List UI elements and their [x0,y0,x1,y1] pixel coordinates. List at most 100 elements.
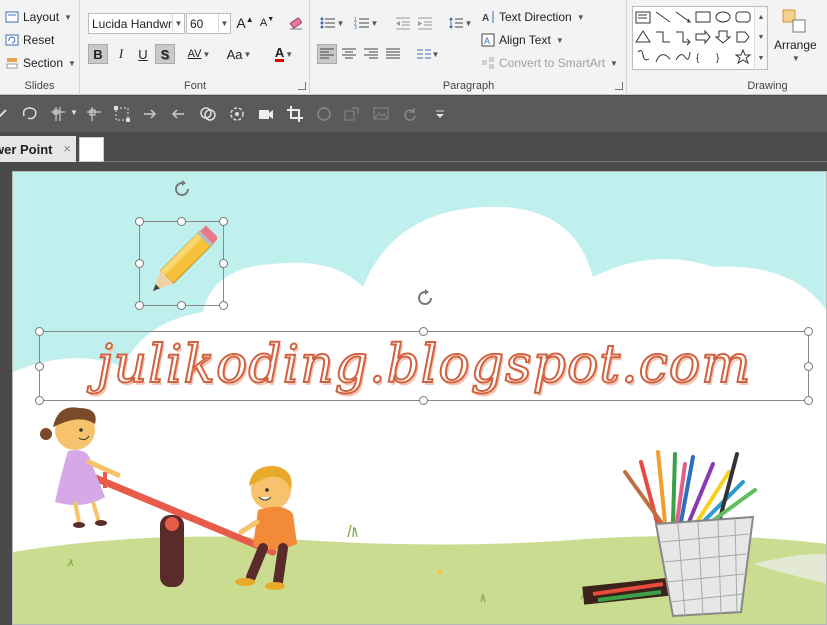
columns-icon [416,49,431,59]
shrink-font-label: A [259,17,268,29]
crop-tool-icon[interactable] [285,104,305,124]
reset-button[interactable]: Reset [5,30,54,50]
rotate-handle-icon[interactable] [414,287,436,309]
shadow-button[interactable]: S [155,44,175,64]
close-icon[interactable]: × [63,141,71,156]
align-center-button[interactable] [339,44,359,64]
resize-handle[interactable] [419,327,428,336]
chevron-down-icon[interactable]: ▼ [172,14,184,33]
ungroup-icon[interactable] [227,104,247,124]
lasso-icon[interactable] [20,104,40,124]
document-tab-label: wer Point [0,141,53,157]
smartart-icon [482,57,494,69]
resize-handle[interactable] [135,217,144,226]
customize-toolbar-icon[interactable] [430,104,450,124]
svg-text:}: } [716,53,720,64]
document-tab[interactable]: wer Point × [0,136,76,162]
font-dialog-launcher-icon[interactable] [298,82,306,90]
slide-canvas[interactable]: julikoding.blogspot.com [12,171,827,625]
rotate-handle-icon[interactable] [171,178,193,200]
increase-indent-button[interactable] [415,13,435,33]
underline-button[interactable]: U [133,44,153,64]
align-right-button[interactable] [361,44,381,64]
shapes-gallery[interactable]: { } ▲ ▼ ▼ [632,6,768,70]
font-size-combo[interactable]: 60 ▼ [186,13,231,34]
new-tab-button[interactable] [79,137,104,162]
pen-tool-icon[interactable] [0,104,12,124]
font-name-value: Lucida Handwr [92,16,173,31]
shrink-font-button[interactable]: A ▼ [257,13,277,33]
resize-handle[interactable] [177,301,186,310]
group-icon[interactable] [198,104,218,124]
increase-indent-icon [418,17,432,30]
edit-points-dropdown[interactable]: ▼ [70,108,78,117]
resize-handle[interactable] [419,396,428,405]
paragraph-group-label: Paragraph [442,80,495,92]
arrow-left-icon[interactable] [168,104,188,124]
line-spacing-button[interactable]: ▼ [445,13,475,33]
text-direction-icon: A [482,11,494,24]
ribbon: Layout ▼ Reset Section ▼ Slides Lucida Han… [0,0,827,95]
video-icon[interactable] [256,104,276,124]
clear-formatting-button[interactable] [286,13,306,33]
font-color-label: A [274,45,285,62]
columns-button[interactable]: ▼ [413,44,443,64]
italic-button[interactable]: I [111,44,131,64]
bold-button[interactable]: B [88,44,108,64]
bold-label: B [93,46,103,62]
arrange-button[interactable]: Arrange ▼ [774,8,817,68]
convert-smartart-button[interactable]: Convert to SmartArt ▼ [481,53,618,73]
character-spacing-button[interactable]: AV ▼ [182,44,216,64]
font-color-button[interactable]: A ▼ [267,44,301,64]
align-right-icon [364,48,378,59]
justify-icon [386,48,400,59]
arrange-label: Arrange [774,38,817,52]
change-case-button[interactable]: Aa ▼ [221,44,257,64]
redo-icon[interactable] [400,104,420,124]
resize-handle[interactable] [135,259,144,268]
justify-button[interactable] [383,44,403,64]
shapes-scroll[interactable]: ▲ ▼ ▼ [754,7,767,69]
numbering-button[interactable]: 1 2 3 ▼ [351,13,381,33]
layout-icon [5,11,19,23]
picture-icon[interactable] [371,104,391,124]
resize-handle[interactable] [804,327,813,336]
resize-handle[interactable] [35,362,44,371]
resize-handle[interactable] [804,396,813,405]
arrow-right-icon[interactable] [140,104,160,124]
resize-handle[interactable] [804,362,813,371]
decrease-indent-icon [396,17,410,30]
resize-handle[interactable] [35,396,44,405]
resize-handle[interactable] [219,259,228,268]
layout-button[interactable]: Layout ▼ [5,7,72,27]
chevron-down-icon[interactable]: ▼ [218,14,230,33]
section-button[interactable]: Section ▼ [5,53,76,73]
bring-forward-icon[interactable] [342,104,362,124]
resize-handle[interactable] [219,217,228,226]
align-text-button[interactable]: A Align Text ▼ [481,30,564,50]
decrease-indent-button[interactable] [393,13,413,33]
align-left-icon [320,48,334,59]
arrange-icon [782,9,806,33]
circle-shape-icon[interactable] [314,104,334,124]
edit-points-icon[interactable] [48,104,68,124]
reset-icon [5,34,19,46]
font-name-combo[interactable]: Lucida Handwr ▼ [88,13,185,34]
slide-title-text[interactable]: julikoding.blogspot.com [39,330,809,400]
grow-font-button[interactable]: A ▲ [235,13,255,33]
resize-handle[interactable] [135,301,144,310]
align-text-icon: A [481,33,495,47]
change-case-label: Aa [226,46,243,62]
numbering-icon: 123 [354,17,369,30]
paragraph-dialog-launcher-icon[interactable] [615,82,623,90]
bullets-button[interactable]: ▼ [317,13,347,33]
crop-icon[interactable] [112,104,132,124]
resize-handle[interactable] [219,301,228,310]
align-text-label: Align Text [499,33,551,47]
text-direction-button[interactable]: A Text Direction ▼ [481,7,585,27]
resize-handle[interactable] [177,217,186,226]
merge-shapes-icon[interactable] [84,104,104,124]
section-label: Section [23,56,64,70]
align-left-button[interactable] [317,44,337,64]
resize-handle[interactable] [35,327,44,336]
